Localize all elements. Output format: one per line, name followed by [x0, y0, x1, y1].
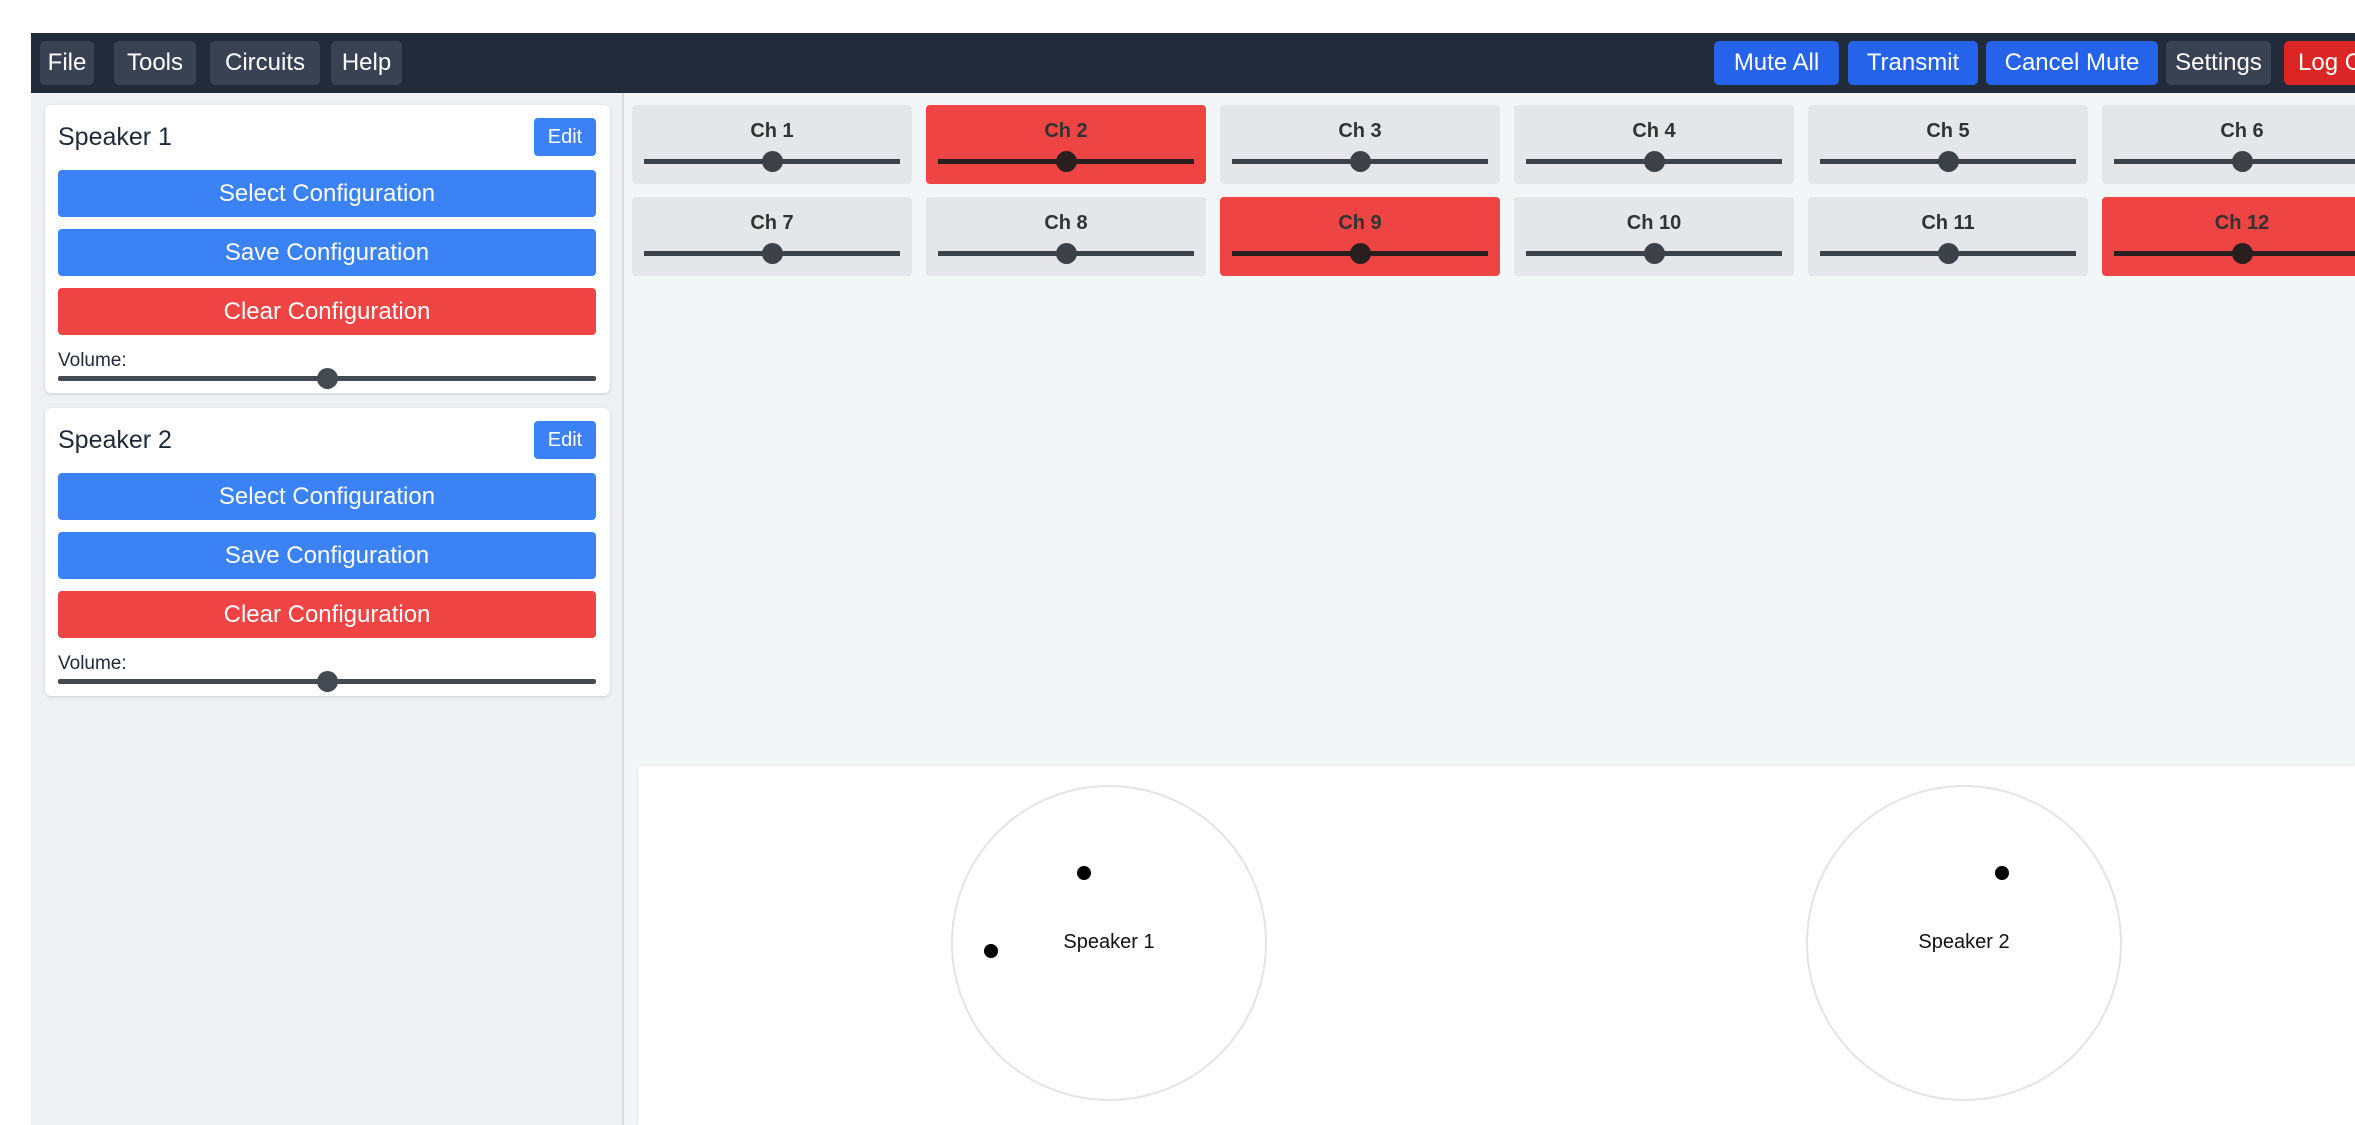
channel-label: Ch 4 [1632, 120, 1676, 142]
channel-level-knob[interactable] [1644, 151, 1665, 172]
channel-strip[interactable]: Ch 7 [632, 197, 912, 276]
volume-slider-knob[interactable] [317, 671, 338, 692]
source-dot[interactable] [1995, 866, 2009, 880]
logout-button[interactable]: Log Out [2284, 41, 2355, 85]
select-configuration-button[interactable]: Select Configuration [58, 170, 596, 217]
transmit-button[interactable]: Transmit [1848, 41, 1978, 85]
menu-circuits[interactable]: Circuits [210, 41, 320, 85]
save-configuration-button[interactable]: Save Configuration [58, 532, 596, 579]
channel-strip[interactable]: Ch 9 [1220, 197, 1500, 276]
speaker-sidebar: Speaker 1 Edit Select Configuration Save… [31, 93, 624, 1125]
channel-level-knob[interactable] [1056, 151, 1077, 172]
speaker-card: Speaker 1 Edit Select Configuration Save… [45, 105, 610, 393]
speaker-zone[interactable]: Speaker 2 [1806, 785, 2122, 1101]
speaker-zone-label: Speaker 2 [1918, 931, 2010, 953]
speaker-zone-label: Speaker 1 [1063, 931, 1155, 953]
channel-level-knob[interactable] [2232, 151, 2253, 172]
channel-level-slider[interactable] [938, 151, 1194, 172]
channel-strip[interactable]: Ch 4 [1514, 105, 1794, 184]
clear-configuration-button[interactable]: Clear Configuration [58, 288, 596, 335]
channel-label: Ch 3 [1338, 120, 1382, 142]
channel-level-knob[interactable] [1350, 151, 1371, 172]
source-dot[interactable] [984, 944, 998, 958]
channel-label: Ch 5 [1926, 120, 1970, 142]
settings-button[interactable]: Settings [2166, 41, 2271, 85]
mute-all-button[interactable]: Mute All [1714, 41, 1839, 85]
channel-level-knob[interactable] [1938, 151, 1959, 172]
channel-level-slider[interactable] [1232, 243, 1488, 264]
channel-label: Ch 8 [1044, 212, 1088, 234]
channel-strip[interactable]: Ch 5 [1808, 105, 2088, 184]
channel-strip[interactable]: Ch 3 [1220, 105, 1500, 184]
channel-level-knob[interactable] [762, 151, 783, 172]
channel-label: Ch 9 [1338, 212, 1382, 234]
menu-file[interactable]: File [40, 41, 94, 85]
speaker-zone[interactable]: Speaker 1 [951, 785, 1267, 1101]
edit-speaker-button[interactable]: Edit [534, 118, 596, 156]
channel-level-knob[interactable] [1056, 243, 1077, 264]
menu-help[interactable]: Help [331, 41, 402, 85]
channel-label: Ch 7 [750, 212, 794, 234]
volume-slider-knob[interactable] [317, 368, 338, 389]
channel-strip[interactable]: Ch 10 [1514, 197, 1794, 276]
channel-label: Ch 2 [1044, 120, 1088, 142]
channel-strip[interactable]: Ch 12 [2102, 197, 2355, 276]
channel-level-slider[interactable] [1820, 151, 2076, 172]
channel-level-knob[interactable] [1350, 243, 1371, 264]
select-configuration-button[interactable]: Select Configuration [58, 473, 596, 520]
channel-label: Ch 1 [750, 120, 794, 142]
main-panel: Ch 1 Ch 2 Ch 3 Ch 4 Ch 5 Ch 6 Ch 7 Ch 8 Ch 9 Ch 1… [624, 93, 2355, 1125]
speaker-title: Speaker 1 [58, 123, 172, 151]
app-window: File Tools Circuits Help Mute All Transm… [31, 33, 2355, 1125]
channel-level-knob[interactable] [1938, 243, 1959, 264]
channel-level-slider[interactable] [938, 243, 1194, 264]
channel-level-slider[interactable] [644, 151, 900, 172]
channel-label: Ch 6 [2220, 120, 2264, 142]
speaker-title: Speaker 2 [58, 426, 172, 454]
channel-level-knob[interactable] [762, 243, 783, 264]
volume-slider[interactable] [58, 368, 596, 389]
channel-strip[interactable]: Ch 2 [926, 105, 1206, 184]
channel-level-slider[interactable] [644, 243, 900, 264]
channel-level-slider[interactable] [2114, 243, 2355, 264]
cancel-mute-button[interactable]: Cancel Mute [1986, 41, 2158, 85]
channel-strip[interactable]: Ch 1 [632, 105, 912, 184]
top-toolbar: File Tools Circuits Help Mute All Transm… [31, 33, 2355, 93]
channel-level-slider[interactable] [1526, 151, 1782, 172]
menu-tools[interactable]: Tools [114, 41, 196, 85]
channel-strip[interactable]: Ch 6 [2102, 105, 2355, 184]
channel-level-slider[interactable] [1820, 243, 2076, 264]
channel-level-slider[interactable] [2114, 151, 2355, 172]
channel-level-knob[interactable] [2232, 243, 2253, 264]
volume-slider[interactable] [58, 671, 596, 692]
edit-speaker-button[interactable]: Edit [534, 421, 596, 459]
clear-configuration-button[interactable]: Clear Configuration [58, 591, 596, 638]
channel-level-slider[interactable] [1526, 243, 1782, 264]
save-configuration-button[interactable]: Save Configuration [58, 229, 596, 276]
channel-level-slider[interactable] [1232, 151, 1488, 172]
channel-label: Ch 11 [1921, 212, 1975, 234]
channel-strip[interactable]: Ch 8 [926, 197, 1206, 276]
source-dot[interactable] [1077, 866, 1091, 880]
channel-strip[interactable]: Ch 11 [1808, 197, 2088, 276]
volume-label: Volume: [58, 350, 127, 371]
channel-label: Ch 10 [1626, 212, 1682, 234]
channel-level-knob[interactable] [1644, 243, 1665, 264]
speaker-card: Speaker 2 Edit Select Configuration Save… [45, 408, 610, 696]
channel-label: Ch 12 [2214, 212, 2270, 234]
speaker-layout-area: Speaker 1 Speaker 2 [638, 766, 2355, 1125]
volume-label: Volume: [58, 653, 127, 674]
